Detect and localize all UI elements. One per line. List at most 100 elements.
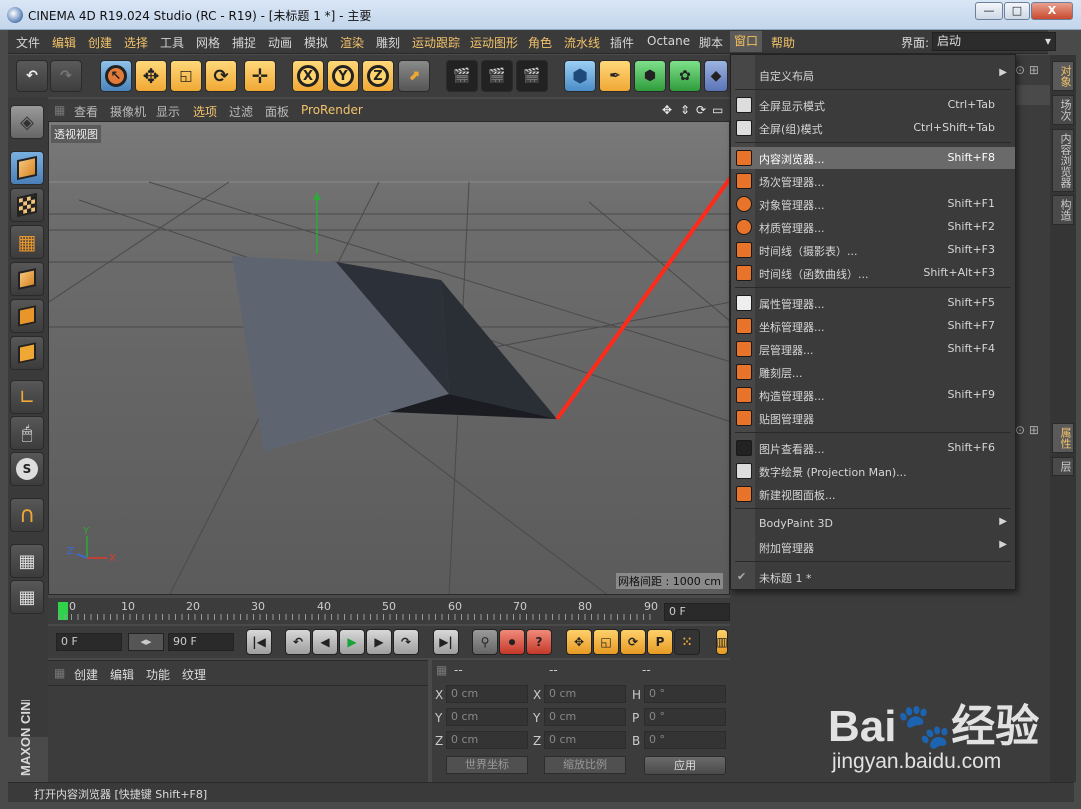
redo-button[interactable]: ↷ xyxy=(50,60,82,92)
current-frame-field[interactable]: 0 F xyxy=(664,603,730,621)
render-to-picture-viewer-button[interactable]: 🎬 xyxy=(481,60,513,92)
viewport-menu-filter[interactable]: 过滤 xyxy=(229,103,253,120)
menu-item-projection-man[interactable]: 数字绘景 (Projection Man)... xyxy=(731,460,1015,482)
viewport-menu-display[interactable]: 显示 xyxy=(156,103,180,120)
size-x-field[interactable]: 0 cm xyxy=(544,685,626,703)
snap-button[interactable]: ∩ xyxy=(10,498,44,532)
x-axis-lock-button[interactable]: X xyxy=(292,60,324,92)
key-position-button[interactable]: ✥ xyxy=(566,629,592,655)
start-frame-field[interactable]: 0 F xyxy=(56,633,122,651)
rot-h-field[interactable]: 0 ° xyxy=(644,685,726,703)
menu-item-document-untitled[interactable]: ✔ 未标题 1 * xyxy=(731,566,1015,588)
tweak-mode-button[interactable]: 🖱 xyxy=(10,416,44,450)
key-scale-button[interactable]: ◱ xyxy=(593,629,619,655)
pan-view-icon[interactable]: ✥ xyxy=(662,103,672,117)
polygons-mode-button[interactable] xyxy=(10,336,44,370)
menu-item-new-view-panel[interactable]: 新建视图面板... xyxy=(731,483,1015,505)
workplane-mode-button[interactable]: ▦ xyxy=(10,225,44,259)
menu-item-take-manager[interactable]: 场次管理器... xyxy=(731,170,1015,192)
prev-key-button[interactable]: ↶ xyxy=(285,629,311,655)
menu-script[interactable]: 脚本 xyxy=(699,34,723,51)
scale-mode-dropdown[interactable]: 缩放比例 xyxy=(544,756,626,774)
workplane-align-button[interactable]: ▦ xyxy=(10,580,44,614)
timeline-ruler[interactable]: 0 10 20 30 40 50 60 70 80 90 xyxy=(48,598,730,624)
render-view-button[interactable]: 🎬 xyxy=(446,60,478,92)
key-pla-button[interactable]: ⁙ xyxy=(674,629,700,655)
live-selection-button[interactable]: ↖ xyxy=(100,60,132,92)
menu-item-fullscreen-group[interactable]: 全屏(组)模式 Ctrl+Shift+Tab xyxy=(731,117,1015,139)
record-keys-button[interactable]: ⚲ xyxy=(472,629,498,655)
menu-item-dope-sheet[interactable]: 时间线（摄影表）... Shift+F3 xyxy=(731,239,1015,261)
rot-b-field[interactable]: 0 ° xyxy=(644,731,726,749)
menu-item-structure-manager[interactable]: 构造管理器... Shift+F9 xyxy=(731,384,1015,406)
texture-mode-button[interactable] xyxy=(10,188,44,222)
menu-pipeline[interactable]: 流水线 xyxy=(564,34,600,51)
material-menu-edit[interactable]: 编辑 xyxy=(110,666,134,683)
next-key-button[interactable]: ↷ xyxy=(393,629,419,655)
edges-mode-button[interactable] xyxy=(10,299,44,333)
minimize-button[interactable]: — xyxy=(975,2,1003,20)
rotate-tool-button[interactable]: ⟳ xyxy=(205,60,237,92)
move-tool-button[interactable]: ✥ xyxy=(135,60,167,92)
cube-object-button[interactable]: ⬢ xyxy=(564,60,596,92)
menu-item-coordinate-manager[interactable]: 坐标管理器... Shift+F7 xyxy=(731,315,1015,337)
z-axis-lock-button[interactable]: Z xyxy=(362,60,394,92)
pyramid-object[interactable] xyxy=(232,256,557,452)
rot-p-field[interactable]: 0 ° xyxy=(644,708,726,726)
size-z-field[interactable]: 0 cm xyxy=(544,731,626,749)
zoom-view-icon[interactable]: ⇕ xyxy=(680,103,690,117)
viewport-menu-view[interactable]: 查看 xyxy=(74,103,98,120)
subdivision-surface-button[interactable]: ⬢ xyxy=(634,60,666,92)
menu-edit[interactable]: 编辑 xyxy=(52,34,76,51)
menu-item-attribute-manager[interactable]: 属性管理器... Shift+F5 xyxy=(731,292,1015,314)
render-settings-button[interactable]: 🎬 xyxy=(516,60,548,92)
tab-attributes[interactable]: 属性 xyxy=(1052,423,1074,453)
menu-select[interactable]: 选择 xyxy=(124,34,148,51)
menu-character[interactable]: 角色 xyxy=(528,34,552,51)
menu-item-texture-manager[interactable]: 贴图管理器 xyxy=(731,407,1015,429)
pos-z-field[interactable]: 0 cm xyxy=(446,731,528,749)
menu-item-f-curve[interactable]: 时间线（函数曲线）... Shift+Alt+F3 xyxy=(731,262,1015,284)
menu-mograph[interactable]: 运动图形 xyxy=(470,34,518,51)
menu-sculpt[interactable]: 雕刻 xyxy=(376,34,400,51)
menu-mesh[interactable]: 网格 xyxy=(196,34,220,51)
menu-item-custom-layouts[interactable]: 自定义布局 ▶ xyxy=(731,64,1015,86)
y-axis-lock-button[interactable]: Y xyxy=(327,60,359,92)
menu-animate[interactable]: 动画 xyxy=(268,34,292,51)
pos-x-field[interactable]: 0 cm xyxy=(446,685,528,703)
maximize-button[interactable]: □ xyxy=(1004,2,1030,20)
autokey-button[interactable]: ⏺ xyxy=(499,629,525,655)
viewport-menu-options[interactable]: 选项 xyxy=(193,103,217,120)
material-menu-texture[interactable]: 纹理 xyxy=(182,666,206,683)
coordinate-system-button[interactable]: ⬈ xyxy=(398,60,430,92)
undo-button[interactable]: ↶ xyxy=(16,60,48,92)
menu-create[interactable]: 创建 xyxy=(88,34,112,51)
menu-item-layer-manager[interactable]: 层管理器... Shift+F4 xyxy=(731,338,1015,360)
maximize-view-icon[interactable]: ▭ xyxy=(712,103,723,117)
menu-item-content-browser[interactable]: 内容浏览器... Shift+F8 xyxy=(731,147,1015,169)
end-frame-field[interactable]: 90 F xyxy=(168,633,234,651)
world-coords-dropdown[interactable]: 世界坐标 xyxy=(446,756,528,774)
tab-structure[interactable]: 构造 xyxy=(1052,195,1074,225)
solo-mode-button[interactable]: S xyxy=(10,452,44,486)
play-button[interactable]: ▶ xyxy=(339,629,365,655)
tab-layers[interactable]: 层 xyxy=(1052,457,1074,476)
menu-item-extra-managers[interactable]: 附加管理器 ▶ xyxy=(731,536,1015,558)
material-menu-function[interactable]: 功能 xyxy=(146,666,170,683)
interface-layout-select[interactable]: 启动 ▾ xyxy=(932,32,1056,51)
menu-help[interactable]: 帮助 xyxy=(771,34,795,51)
menu-item-material-manager[interactable]: 材质管理器... Shift+F2 xyxy=(731,216,1015,238)
close-button[interactable]: X xyxy=(1031,2,1073,20)
points-mode-button[interactable] xyxy=(10,262,44,296)
pen-spline-button[interactable]: ✒ xyxy=(599,60,631,92)
menu-item-picture-viewer[interactable]: 图片查看器... Shift+F6 xyxy=(731,437,1015,459)
menu-item-bodypaint[interactable]: BodyPaint 3D ▶ xyxy=(731,513,1015,535)
menu-item-sculpt-layers[interactable]: 雕刻层... xyxy=(731,361,1015,383)
deformer-button[interactable]: ◆ xyxy=(704,60,728,92)
range-slider[interactable]: ◂▸ xyxy=(128,633,164,651)
viewport-menu-prorender[interactable]: ProRender xyxy=(301,103,363,117)
recent-tool-button[interactable]: ✛ xyxy=(244,60,276,92)
menu-window[interactable]: 窗口 xyxy=(730,31,763,52)
menu-octane[interactable]: Octane xyxy=(647,34,690,48)
tab-objects[interactable]: 对象 xyxy=(1052,61,1074,91)
